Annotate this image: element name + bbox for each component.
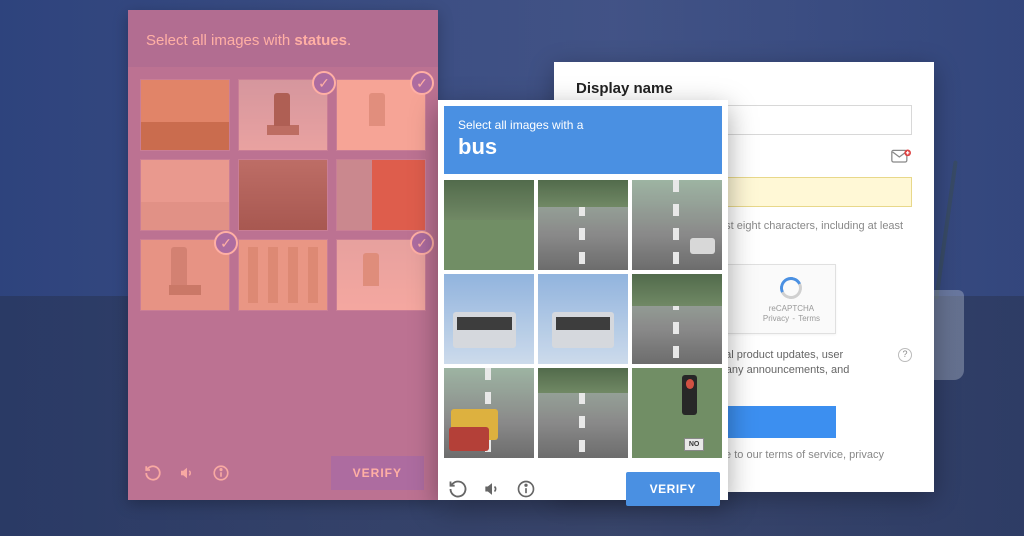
captcha-bus-grid: NO: [444, 180, 722, 458]
captcha-bus-tile-9[interactable]: NO: [632, 368, 722, 458]
captcha-bus-tile-7[interactable]: [444, 368, 534, 458]
check-icon: ✓: [410, 71, 434, 95]
info-icon[interactable]: [514, 477, 538, 501]
captcha-statues-tile-8[interactable]: [238, 239, 328, 311]
reload-icon[interactable]: [446, 477, 470, 501]
captcha-statues-grid: ✓ ✓ ✓ ✓: [128, 67, 438, 315]
no-sign: NO: [684, 438, 704, 451]
audio-icon[interactable]: [480, 477, 504, 501]
display-name-label: Display name: [576, 80, 912, 97]
help-icon[interactable]: ?: [898, 348, 912, 362]
captcha-bus-tile-5[interactable]: [538, 274, 628, 364]
captcha-statues-header: Select all images with statues.: [128, 10, 438, 67]
reload-icon[interactable]: [142, 462, 164, 484]
captcha-bus-header: Select all images with a bus: [444, 106, 722, 174]
captcha-statues-tile-3[interactable]: ✓: [336, 79, 426, 151]
audio-icon[interactable]: [176, 462, 198, 484]
captcha-statues-tile-7[interactable]: ✓: [140, 239, 230, 311]
check-icon: ✓: [214, 231, 238, 255]
captcha-statues-prompt-target: statues: [294, 32, 347, 49]
verify-button[interactable]: VERIFY: [331, 456, 424, 490]
recaptcha-privacy-link[interactable]: Privacy: [763, 314, 789, 323]
captcha-bus-tile-6[interactable]: [632, 274, 722, 364]
captcha-statues-tile-4[interactable]: [140, 159, 230, 231]
captcha-bus-footer: VERIFY: [444, 468, 722, 508]
captcha-statues-tile-9[interactable]: ✓: [336, 239, 426, 311]
captcha-bus-prompt-line1: Select all images with a: [458, 118, 708, 132]
recaptcha-logo-icon: [777, 274, 805, 302]
captcha-statues-prompt-prefix: Select all images with: [146, 32, 294, 49]
captcha-bus: Select all images with a bus NO VERIFY: [438, 100, 728, 500]
captcha-bus-tile-3[interactable]: [632, 180, 722, 270]
captcha-statues-tile-1[interactable]: [140, 79, 230, 151]
captcha-statues-footer: VERIFY: [128, 456, 438, 490]
add-email-icon[interactable]: [890, 147, 912, 167]
info-icon[interactable]: [210, 462, 232, 484]
recaptcha-terms-link[interactable]: Terms: [798, 314, 820, 323]
captcha-statues-tile-2[interactable]: ✓: [238, 79, 328, 151]
captcha-statues: Select all images with statues. ✓ ✓ ✓ ✓ …: [128, 10, 438, 500]
recaptcha-brand-name: reCAPTCHA: [762, 304, 821, 314]
captcha-bus-tile-8[interactable]: [538, 368, 628, 458]
captcha-statues-prompt-suffix: .: [347, 32, 351, 49]
recaptcha-brand: reCAPTCHA Privacy - Terms: [762, 274, 821, 323]
check-icon: ✓: [410, 231, 434, 255]
captcha-statues-tile-5[interactable]: [238, 159, 328, 231]
captcha-statues-tile-6[interactable]: [336, 159, 426, 231]
verify-button[interactable]: VERIFY: [626, 472, 720, 506]
captcha-bus-tile-2[interactable]: [538, 180, 628, 270]
captcha-bus-tile-4[interactable]: [444, 274, 534, 364]
captcha-bus-tile-1[interactable]: [444, 180, 534, 270]
captcha-bus-prompt-line2: bus: [458, 134, 708, 160]
check-icon: ✓: [312, 71, 336, 95]
